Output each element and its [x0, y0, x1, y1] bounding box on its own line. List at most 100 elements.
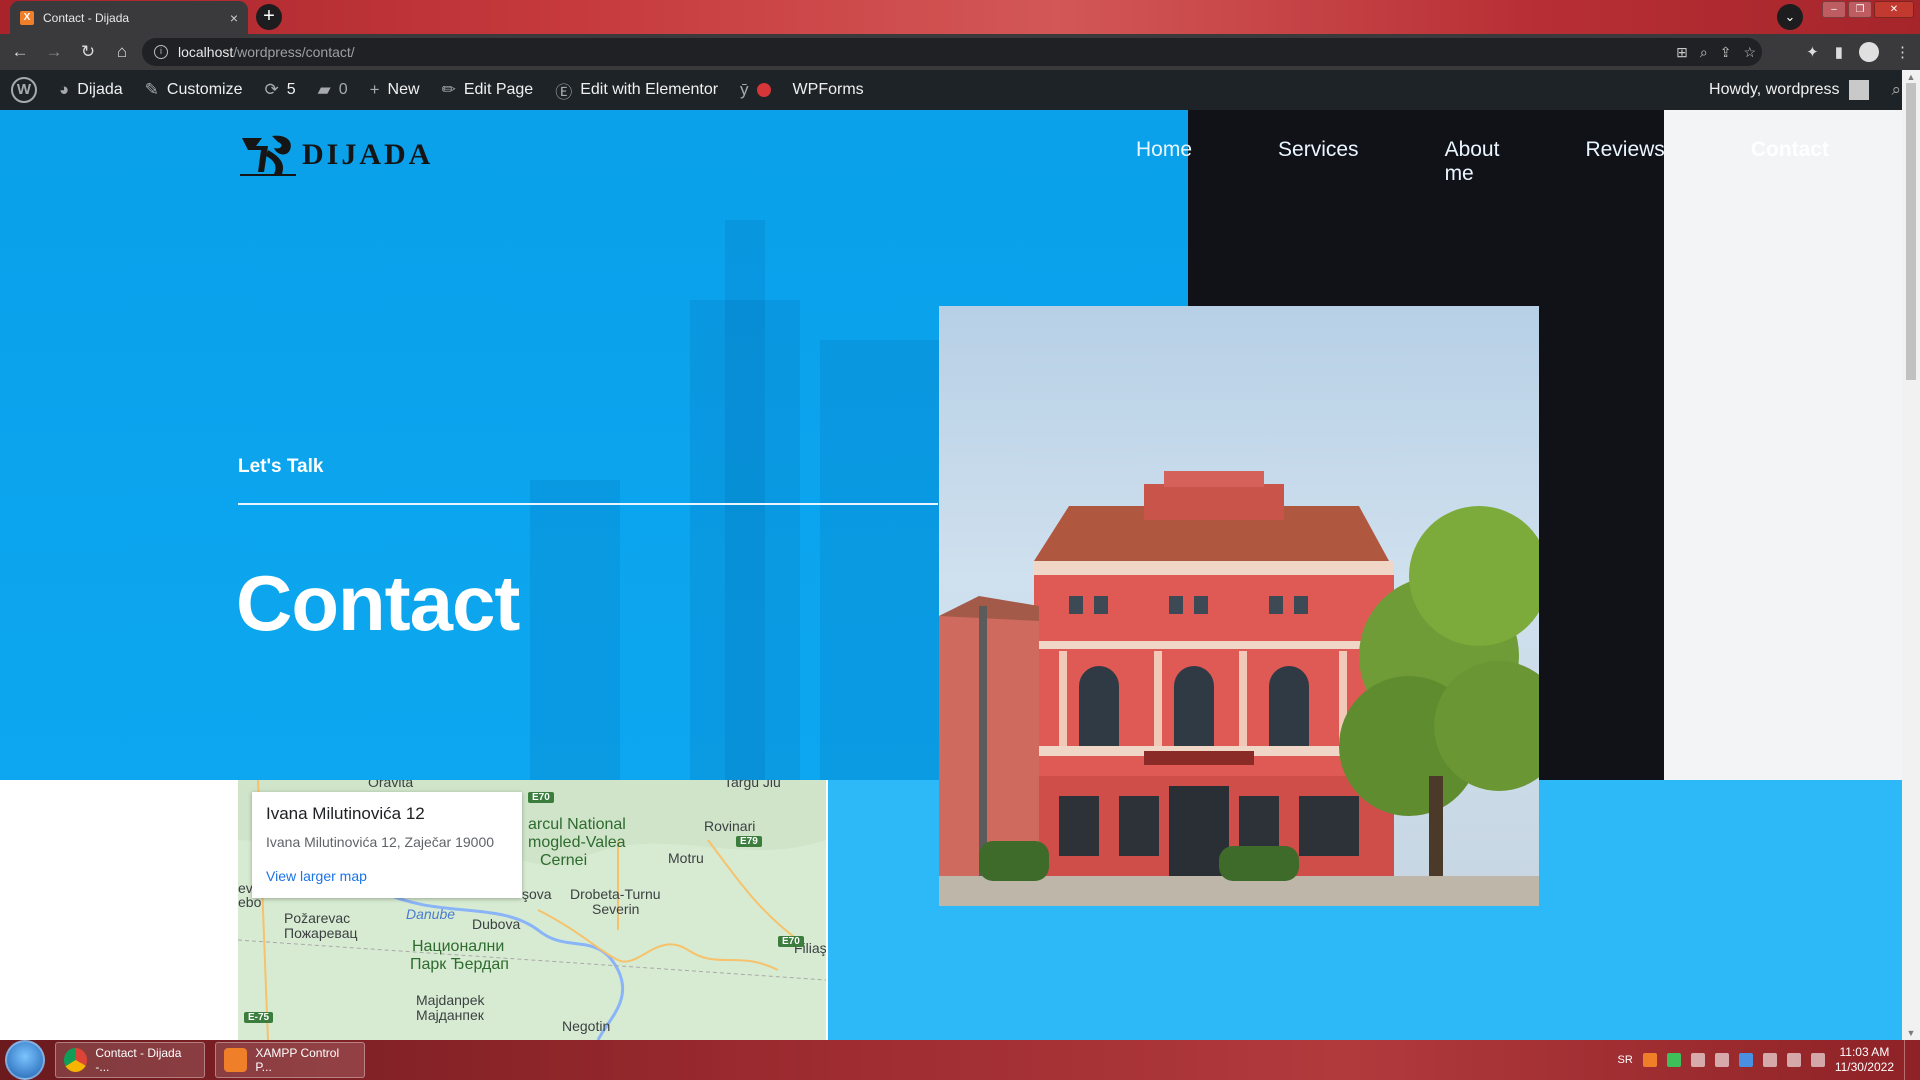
xampp-favicon-icon: X — [20, 10, 34, 25]
show-desktop-button[interactable] — [1904, 1040, 1912, 1080]
comments-count: 0 — [338, 81, 348, 98]
map-place-card: Ivana Milutinovića 12 Ivana Milutinovića… — [252, 792, 522, 898]
address-bar-actions: ⊞ ⌕ ⇪ ☆ — [1676, 38, 1756, 66]
town-hall-illustration — [939, 471, 1539, 906]
share-icon[interactable]: ⇪ — [1720, 44, 1732, 61]
side-panel-icon[interactable]: ▮ — [1835, 43, 1843, 61]
map-label-rovinari: Rovinari — [704, 818, 756, 834]
scroll-down-icon[interactable]: ▼ — [1906, 1028, 1916, 1038]
map-label-danube: Danube — [406, 906, 456, 922]
action-center-flag-icon[interactable] — [1762, 1053, 1777, 1067]
minimize-icon[interactable]: – — [1822, 1, 1846, 18]
building-photo — [939, 306, 1539, 906]
plus-icon: + — [369, 80, 380, 99]
wpforms-menu[interactable]: WPForms — [782, 70, 875, 110]
nav-services[interactable]: Services — [1278, 138, 1359, 186]
map-label-pozarevac-cyr: Пожаревац — [284, 925, 358, 941]
customize-link[interactable]: ✎ Customize — [134, 70, 254, 110]
logo-emblem-icon — [240, 135, 296, 176]
page-scrollbar[interactable]: ▲ ▼ — [1902, 70, 1920, 1040]
skyline-building — [530, 480, 620, 780]
skyline-building — [820, 340, 940, 780]
site-logo[interactable]: DIJADA — [238, 132, 433, 178]
wp-logo-menu[interactable]: W — [0, 70, 48, 110]
nav-contact[interactable]: Contact — [1751, 138, 1829, 186]
map-label-dubova: Dubova — [472, 916, 521, 932]
tray-icon[interactable] — [1714, 1053, 1729, 1067]
map-road-e70-b: E70 — [778, 936, 804, 947]
chrome-menu-icon[interactable]: ⋮ — [1895, 43, 1910, 61]
url-path: /wordpress/contact/ — [233, 44, 355, 60]
google-map-embed[interactable]: Oravita Targu Jiu arcul National mogled-… — [238, 780, 826, 1040]
pencil-icon: ✏ — [441, 80, 456, 99]
new-label: New — [387, 81, 420, 98]
nav-about-me[interactable]: About me — [1445, 138, 1500, 186]
nav-reviews[interactable]: Reviews — [1585, 138, 1664, 186]
scrollbar-thumb[interactable] — [1906, 83, 1916, 380]
security-tray-icon[interactable] — [1666, 1053, 1681, 1067]
taskbar-clock[interactable]: 11:03 AM 11/30/2022 — [1835, 1045, 1894, 1075]
home-icon[interactable]: ⌂ — [108, 38, 136, 66]
restore-icon[interactable]: ❐ — [1848, 1, 1872, 18]
forward-icon[interactable]: → — [40, 38, 68, 66]
system-tray: SR 11:03 AM 11/30/2022 — [1618, 1040, 1912, 1080]
site-info-icon[interactable]: i — [154, 45, 168, 59]
elementor-icon: Ⓔ — [555, 82, 573, 102]
clock-time: 11:03 AM — [1839, 1045, 1890, 1059]
zoom-icon[interactable]: ⌕ — [1700, 44, 1708, 61]
view-larger-map-link[interactable]: View larger map — [266, 868, 508, 884]
main-navigation: Home Services About me Reviews Contact — [1136, 138, 1829, 186]
comments-link[interactable]: ▰ 0 — [307, 70, 359, 110]
extensions-icon[interactable]: ✦ — [1806, 43, 1819, 61]
logo-text: DIJADA — [302, 138, 434, 171]
map-road-e70: E70 — [528, 792, 554, 803]
taskbar-xampp-label: XAMPP Control P... — [255, 1046, 340, 1074]
bookmark-star-icon[interactable]: ☆ — [1743, 44, 1756, 61]
url-host: localhost — [178, 44, 234, 60]
edit-elementor-label: Edit with Elementor — [580, 81, 719, 98]
new-tab-button[interactable]: + — [256, 4, 282, 30]
window-controls: – ❐ ✕ — [1822, 1, 1914, 18]
tab-search-chevron-icon[interactable]: ⌄ — [1777, 4, 1803, 30]
tray-icon[interactable] — [1690, 1053, 1705, 1067]
comment-bubble-icon: ▰ — [317, 80, 331, 99]
site-name-menu[interactable]: ◕ Dijada — [48, 70, 134, 110]
yoast-seo-menu[interactable]: ȳ — [729, 70, 782, 110]
edit-page-link[interactable]: ✏ Edit Page — [431, 70, 545, 110]
taskbar-xampp[interactable]: XAMPP Control P... — [215, 1042, 365, 1078]
my-account-menu[interactable]: Howdy, wordpress — [1698, 70, 1880, 110]
tab-close-icon[interactable]: × — [230, 10, 238, 26]
paintbrush-icon: ✎ — [144, 80, 159, 99]
start-button[interactable] — [5, 1040, 45, 1080]
map-label-severin: Severin — [592, 901, 640, 917]
language-indicator[interactable]: SR — [1618, 1054, 1633, 1066]
wpforms-label: WPForms — [792, 81, 864, 98]
toolbar-right: ✦ ▮ ⋮ — [1806, 38, 1910, 66]
admin-bar-right: Howdy, wordpress ⌕ — [1698, 70, 1920, 110]
back-icon[interactable]: ← — [6, 38, 34, 66]
close-window-icon[interactable]: ✕ — [1874, 1, 1914, 18]
volume-icon[interactable] — [1810, 1053, 1825, 1067]
edit-elementor-link[interactable]: Ⓔ Edit with Elementor — [544, 70, 729, 110]
map-label-mogled: mogled-Valea — [528, 834, 626, 851]
new-content-menu[interactable]: + New — [359, 70, 431, 110]
taskbar-chrome[interactable]: Contact - Dijada -... — [55, 1042, 205, 1078]
user-avatar — [1849, 80, 1870, 100]
address-bar[interactable]: i localhost/wordpress/contact/ ⊞ ⌕ ⇪ ☆ — [142, 38, 1762, 66]
tray-icon[interactable] — [1738, 1053, 1753, 1067]
windows-taskbar: Contact - Dijada -... XAMPP Control P...… — [0, 1040, 1920, 1080]
profile-avatar-icon[interactable] — [1859, 42, 1879, 62]
site-name-label: Dijada — [77, 81, 123, 98]
network-icon[interactable] — [1786, 1053, 1801, 1067]
xampp-tray-icon[interactable] — [1642, 1053, 1657, 1067]
updates-link[interactable]: ⟳ 5 — [253, 70, 306, 110]
scroll-up-icon[interactable]: ▲ — [1906, 72, 1916, 82]
nav-home[interactable]: Home — [1136, 138, 1192, 186]
map-label-parcul: arcul National — [528, 816, 626, 833]
map-label-majdanpek-cyr: Мајданпек — [416, 1007, 484, 1023]
edit-page-label: Edit Page — [463, 81, 534, 98]
reload-icon[interactable]: ↻ — [74, 38, 102, 66]
wordpress-logo-icon: W — [11, 77, 37, 103]
browser-tab[interactable]: X Contact - Dijada × — [10, 1, 248, 34]
translate-icon[interactable]: ⊞ — [1676, 44, 1688, 61]
